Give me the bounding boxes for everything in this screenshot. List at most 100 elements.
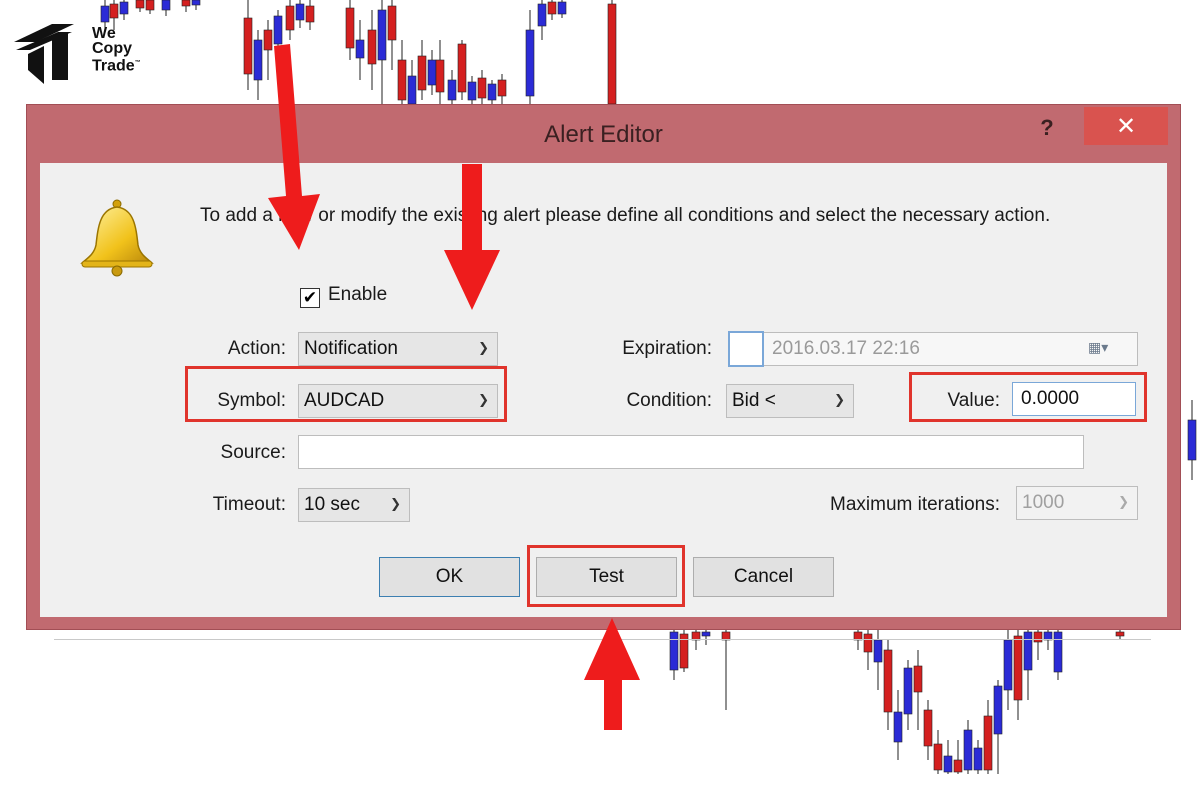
action-select[interactable]: Notification ❯	[298, 332, 498, 366]
candle-body	[525, 29, 535, 97]
candle-body	[943, 755, 953, 773]
chevron-down-icon: ❯	[390, 497, 401, 512]
logo-tm: ™	[134, 60, 141, 66]
expiration-value: 2016.03.17 22:16	[772, 338, 920, 359]
test-highlight-box	[527, 545, 685, 607]
candle-body	[973, 747, 983, 771]
max-iterations-value: 1000	[1022, 492, 1065, 513]
candle-body	[273, 15, 283, 45]
action-select-value: Notification	[304, 338, 398, 359]
symbol-highlight-box	[185, 366, 507, 422]
help-button[interactable]: ?	[1032, 113, 1062, 143]
max-iterations-label: Maximum iterations:	[830, 494, 1000, 515]
condition-label: Condition:	[626, 390, 712, 411]
value-highlight-box	[909, 372, 1147, 422]
logo-text-we: We	[92, 25, 116, 42]
logo-mark-icon	[14, 24, 74, 84]
candle-body	[387, 5, 397, 41]
candle-body	[537, 3, 547, 27]
source-label: Source:	[220, 442, 286, 463]
candle-body	[377, 9, 387, 61]
candle-body	[669, 631, 679, 671]
candle-body	[417, 55, 427, 91]
expiration-label: Expiration:	[622, 338, 712, 359]
candle-body	[427, 59, 437, 86]
candle-body	[109, 3, 119, 19]
candle-body	[345, 7, 355, 49]
candle-body	[1033, 631, 1043, 643]
candle-body	[161, 0, 171, 11]
wecopytrade-logo: We Copy Trade™	[12, 20, 152, 90]
ok-button[interactable]: OK	[379, 557, 520, 597]
candle-body	[983, 715, 993, 771]
candle-body	[557, 1, 567, 15]
max-iterations-select[interactable]: 1000 ❯	[1016, 486, 1138, 520]
candle-body	[457, 43, 467, 93]
candle-body	[145, 0, 155, 11]
enable-checkbox[interactable]: ✔	[300, 288, 320, 308]
candle-body	[607, 3, 617, 105]
chevron-down-icon: ❯	[1118, 495, 1129, 510]
candle-body	[191, 0, 201, 6]
candle-body	[119, 1, 129, 15]
instruction-text: To add a new or modify the existing aler…	[200, 205, 1051, 226]
action-label: Action:	[227, 338, 286, 359]
candle-body	[263, 29, 273, 51]
candle-body	[285, 5, 295, 31]
candle-body	[435, 59, 445, 93]
candle-body	[701, 631, 711, 637]
dialog-title: Alert Editor	[544, 121, 663, 148]
candle-body	[487, 83, 497, 101]
timeout-label: Timeout:	[212, 494, 286, 515]
candle-body	[1187, 419, 1197, 461]
close-button[interactable]: ✕	[1084, 107, 1168, 145]
candle-body	[893, 711, 903, 743]
candle-body	[181, 0, 191, 7]
button-separator	[54, 639, 1151, 640]
candle-body	[547, 1, 557, 15]
timeout-select-value: 10 sec	[304, 494, 360, 515]
timeout-select[interactable]: 10 sec ❯	[298, 488, 410, 522]
candle-body	[367, 29, 377, 65]
candle-body	[873, 639, 883, 663]
condition-select-value: Bid <	[732, 390, 776, 411]
logo-text-trade: Trade™	[92, 57, 141, 75]
candle-body	[447, 79, 457, 101]
chevron-down-icon: ❯	[478, 341, 489, 356]
candle-body	[1023, 631, 1033, 671]
candle-body	[993, 685, 1003, 735]
enable-label: Enable	[328, 284, 388, 305]
expiration-datetime[interactable]: 2016.03.17 22:16	[764, 332, 1138, 366]
candle-body	[243, 17, 253, 75]
candle-body	[1115, 631, 1125, 637]
candle-body	[355, 39, 365, 59]
candle-body	[903, 667, 913, 715]
cancel-button[interactable]: Cancel	[693, 557, 834, 597]
bell-icon	[80, 199, 154, 277]
candle-body	[953, 759, 963, 773]
source-input[interactable]	[298, 435, 1084, 469]
candle-body	[923, 709, 933, 747]
calendar-icon[interactable]: ▦▾	[1088, 340, 1122, 358]
candle-body	[913, 665, 923, 693]
candle-body	[1003, 639, 1013, 691]
expiration-checkbox[interactable]	[728, 331, 764, 367]
candle-body	[497, 79, 507, 97]
candle-body	[477, 77, 487, 99]
candle-body	[253, 39, 263, 81]
candle-body	[135, 0, 145, 9]
candle-body	[407, 75, 417, 105]
logo-text-copy: Copy	[92, 40, 132, 57]
dialog-titlebar[interactable]: Alert Editor ? ✕	[27, 105, 1180, 163]
alert-editor-dialog: Alert Editor ? ✕ To add a new or modify …	[26, 104, 1181, 640]
candle-body	[305, 5, 315, 23]
candle-body	[863, 633, 873, 653]
condition-select[interactable]: Bid < ❯	[726, 384, 854, 418]
candle-body	[295, 3, 305, 21]
candle-body	[1053, 631, 1063, 673]
candle-body	[1013, 635, 1023, 701]
candle-body	[397, 59, 407, 101]
candle-body	[933, 743, 943, 771]
candle-body	[883, 649, 893, 713]
candle-body	[467, 81, 477, 101]
